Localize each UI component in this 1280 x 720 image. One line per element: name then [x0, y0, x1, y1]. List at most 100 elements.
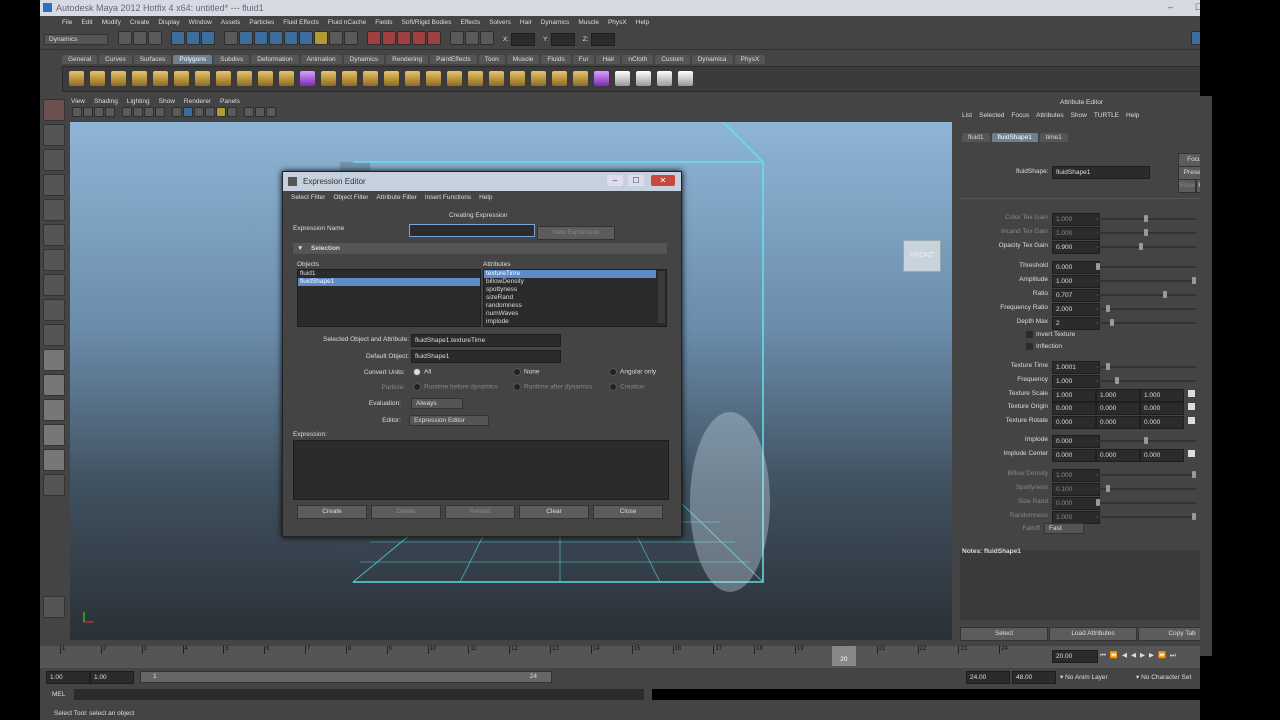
- expression-textarea[interactable]: [293, 440, 669, 500]
- input-mode-icon[interactable]: [464, 31, 479, 45]
- construction-icon[interactable]: [343, 31, 358, 45]
- isolate-select-icon[interactable]: [244, 107, 254, 117]
- close-dialog-button[interactable]: Close: [593, 505, 663, 519]
- poly-platonic-icon[interactable]: [300, 71, 315, 86]
- exped-menu-insert-functions[interactable]: Insert Functions: [425, 194, 471, 201]
- objects-list[interactable]: fluid1 fluidShape1: [297, 269, 481, 327]
- ae-menu-help[interactable]: Help: [1126, 112, 1139, 119]
- ae-vector-field[interactable]: 0.000: [1140, 402, 1184, 415]
- menu-solvers[interactable]: Solvers: [489, 19, 511, 26]
- map-button-icon[interactable]: [1188, 403, 1195, 410]
- go-to-end-icon[interactable]: ⏭: [1170, 652, 1180, 659]
- ae-vector-field[interactable]: 0.000: [1140, 416, 1184, 429]
- clear-button[interactable]: Clear: [519, 505, 589, 519]
- node-name-field[interactable]: fluidShape1: [1052, 166, 1150, 179]
- input-line-icon[interactable]: [449, 31, 464, 45]
- ae-attribute-slider[interactable]: [1096, 305, 1196, 312]
- menu-file[interactable]: File: [62, 19, 72, 26]
- shelf-tab-physx[interactable]: PhysX: [734, 54, 766, 64]
- ae-vector-field[interactable]: 0.000: [1096, 416, 1140, 429]
- xray-icon[interactable]: [255, 107, 265, 117]
- convert-units-all-radio[interactable]: All: [413, 368, 431, 376]
- exped-close-button[interactable]: ✕: [651, 175, 675, 186]
- ae-attribute-field[interactable]: 0.000: [1052, 435, 1100, 448]
- wireframe-on-shaded-icon[interactable]: [194, 107, 204, 117]
- layout-single-icon[interactable]: [43, 349, 65, 371]
- shelf-tab-fur[interactable]: Fur: [572, 54, 595, 64]
- manipulator-tool-icon[interactable]: [43, 249, 65, 271]
- last-tool-icon[interactable]: [43, 324, 65, 346]
- ae-menu-selected[interactable]: Selected: [979, 112, 1004, 119]
- make-live-icon[interactable]: [298, 31, 313, 45]
- ae-vector-field[interactable]: 1.000: [1140, 389, 1184, 402]
- convert-units-none-radio[interactable]: None: [513, 368, 540, 376]
- ae-tab-time1[interactable]: time1: [1039, 133, 1068, 142]
- menu-create[interactable]: Create: [130, 19, 150, 26]
- mirror-icon[interactable]: [468, 71, 483, 86]
- ae-attribute-slider[interactable]: [1096, 319, 1196, 326]
- merge-icon[interactable]: [657, 71, 672, 86]
- show-button[interactable]: Show: [1178, 179, 1196, 193]
- paint-select-tool-icon[interactable]: [43, 149, 65, 171]
- poly-prism-icon[interactable]: [195, 71, 210, 86]
- list-item[interactable]: textureTime: [484, 270, 656, 278]
- attributes-list[interactable]: textureTime billowDensity spottyness siz…: [483, 269, 667, 327]
- lasso-tool-icon[interactable]: [43, 124, 65, 146]
- exped-maximize-button[interactable]: ☐: [628, 175, 644, 186]
- attributes-scrollbar[interactable]: [658, 271, 665, 323]
- particle-runtime-after-radio[interactable]: Runtime after dynamics: [513, 383, 592, 391]
- ae-attribute-slider[interactable]: [1096, 263, 1196, 270]
- character-set-dropdown[interactable]: ▾ No Character Set: [1136, 673, 1191, 681]
- menu-dynamics[interactable]: Dynamics: [541, 19, 570, 26]
- step-back-key-icon[interactable]: ⏪: [1110, 652, 1122, 659]
- list-item[interactable]: randomness: [484, 302, 666, 310]
- current-frame-marker[interactable]: 20: [831, 646, 856, 666]
- ae-load-attributes-button[interactable]: Load Attributes: [1049, 627, 1137, 641]
- poly-soccer-icon[interactable]: [279, 71, 294, 86]
- boolean-intersection-icon[interactable]: [447, 71, 462, 86]
- layout-persp-graph-icon[interactable]: [43, 424, 65, 446]
- menu-modify[interactable]: Modify: [102, 19, 121, 26]
- delete-button[interactable]: Delete: [371, 505, 441, 519]
- list-item[interactable]: fluidShape1: [298, 278, 480, 286]
- ae-vector-field[interactable]: 0.000: [1096, 449, 1140, 462]
- convert-units-angular-radio[interactable]: Angular only: [609, 368, 656, 376]
- hypershade-icon[interactable]: [411, 31, 426, 45]
- menu-physx[interactable]: PhysX: [608, 19, 627, 26]
- menuset-dropdown[interactable]: Dynamics: [44, 33, 108, 45]
- ae-attribute-field[interactable]: 1.000: [1052, 469, 1100, 482]
- range-slider[interactable]: 1 24: [140, 671, 552, 683]
- ae-attribute-slider[interactable]: [1096, 499, 1196, 506]
- shelf-tab-general[interactable]: General: [62, 54, 98, 64]
- snap-curve-icon[interactable]: [253, 31, 268, 45]
- step-forward-frame-icon[interactable]: ▶: [1149, 652, 1158, 659]
- shelf-tab-painteffects[interactable]: PaintEffects: [430, 54, 477, 64]
- ae-attribute-slider[interactable]: [1096, 363, 1196, 370]
- combine-icon[interactable]: [321, 71, 336, 86]
- shelf-tab-dynamica[interactable]: Dynamica: [691, 54, 733, 64]
- ae-attribute-field[interactable]: 0.000: [1052, 497, 1100, 510]
- shelf-tab-curves[interactable]: Curves: [99, 54, 132, 64]
- smooth-icon[interactable]: [384, 71, 399, 86]
- layout-hypershade-icon[interactable]: [43, 449, 65, 471]
- new-expression-button[interactable]: New Expression: [537, 226, 615, 240]
- poly-cone-icon[interactable]: [132, 71, 147, 86]
- bridge-icon[interactable]: [531, 71, 546, 86]
- z-field[interactable]: [590, 32, 615, 46]
- soft-mod-tool-icon[interactable]: [43, 274, 65, 296]
- ae-menu-focus[interactable]: Focus: [1011, 112, 1029, 119]
- snap-point-icon[interactable]: [268, 31, 283, 45]
- poly-torus-icon[interactable]: [174, 71, 189, 86]
- list-item[interactable]: fluid1: [298, 270, 480, 278]
- ae-vector-field[interactable]: 0.000: [1052, 402, 1096, 415]
- menu-soft-rigid-bodies[interactable]: Soft/Rigid Bodies: [402, 19, 452, 26]
- ae-attribute-slider[interactable]: [1096, 485, 1196, 492]
- ae-tab-fluidshape1[interactable]: fluidShape1: [991, 133, 1038, 142]
- select-hierarchy-icon[interactable]: [170, 31, 185, 45]
- ae-menu-show[interactable]: Show: [1071, 112, 1087, 119]
- minimize-button[interactable]: –: [1168, 2, 1173, 12]
- poly-cylinder-icon[interactable]: [111, 71, 126, 86]
- evaluation-dropdown[interactable]: Always: [411, 398, 463, 409]
- ae-menu-attributes[interactable]: Attributes: [1036, 112, 1063, 119]
- wedge-icon[interactable]: [615, 71, 630, 86]
